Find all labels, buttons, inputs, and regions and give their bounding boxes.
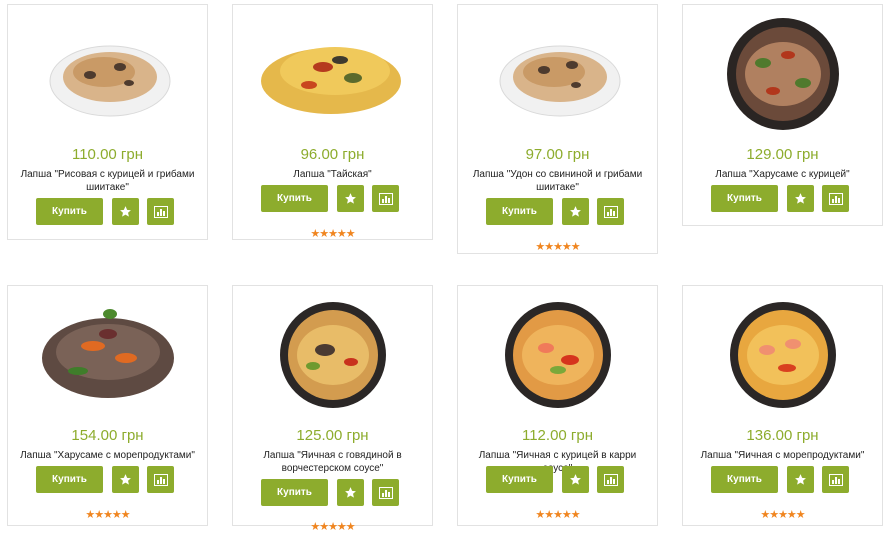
favorite-button[interactable] [787, 185, 814, 212]
buy-button[interactable]: Купить [36, 466, 103, 493]
product-image[interactable] [233, 286, 432, 425]
product-name[interactable]: Лапша "Харусаме с курицей" [689, 168, 876, 181]
product-image[interactable] [8, 286, 207, 425]
compare-button[interactable] [372, 479, 399, 506]
compare-button[interactable] [372, 185, 399, 212]
bar-chart-icon [603, 473, 618, 486]
star-icon [795, 474, 806, 485]
product-name[interactable]: Лапша "Яичная с говядиной в ворчестерско… [239, 449, 426, 475]
compare-button[interactable] [822, 185, 849, 212]
product-card: 112.00 грн Лапша "Яичная с курицей в кар… [457, 285, 658, 526]
star-icon [570, 206, 581, 217]
buy-button[interactable]: Купить [261, 479, 328, 506]
buy-button[interactable]: Купить [36, 198, 103, 225]
bar-chart-icon [828, 473, 843, 486]
product-price: 112.00 грн [521, 427, 594, 444]
bar-chart-icon [378, 486, 393, 499]
favorite-button[interactable] [337, 185, 364, 212]
rating-stars: ★★★★★ [310, 521, 355, 533]
favorite-button[interactable] [562, 198, 589, 225]
compare-button[interactable] [597, 466, 624, 493]
rating-stars: ★★★★★ [310, 228, 355, 240]
product-card: 110.00 грн Лапша "Рисовая с курицей и гр… [7, 4, 208, 240]
rating-stars: ★★★★★ [535, 241, 580, 253]
favorite-button[interactable] [562, 466, 589, 493]
star-icon [120, 474, 131, 485]
product-name[interactable]: Лапша "Рисовая с курицей и грибами шиита… [14, 168, 201, 194]
product-price: 110.00 грн [71, 146, 144, 163]
star-icon [120, 206, 131, 217]
star-icon [795, 193, 806, 204]
compare-button[interactable] [597, 198, 624, 225]
buy-button[interactable]: Купить [711, 185, 778, 212]
product-card: 154.00 грн Лапша "Харусаме с морепродукт… [7, 285, 208, 526]
product-name[interactable]: Лапша "Харусаме с морепродуктами" [14, 449, 201, 462]
product-price: 97.00 грн [525, 146, 590, 163]
favorite-button[interactable] [787, 466, 814, 493]
bar-chart-icon [828, 192, 843, 205]
product-image[interactable] [683, 5, 882, 144]
product-name[interactable]: Лапша "Яичная с морепродуктами" [689, 449, 876, 462]
product-image[interactable] [683, 286, 882, 425]
product-name[interactable]: Лапша "Удон со свининой и грибами шиитак… [464, 168, 651, 194]
product-price: 129.00 грн [746, 146, 819, 163]
compare-button[interactable] [147, 466, 174, 493]
bar-chart-icon [378, 192, 393, 205]
bar-chart-icon [603, 205, 618, 218]
buy-button[interactable]: Купить [261, 185, 328, 212]
bar-chart-icon [153, 205, 168, 218]
compare-button[interactable] [147, 198, 174, 225]
product-image[interactable] [8, 5, 207, 144]
favorite-button[interactable] [112, 198, 139, 225]
product-image[interactable] [458, 5, 657, 144]
product-card: 136.00 грн Лапша "Яичная с морепродуктам… [682, 285, 883, 526]
star-icon [345, 193, 356, 204]
favorite-button[interactable] [112, 466, 139, 493]
rating-stars: ★★★★★ [535, 509, 580, 521]
product-name[interactable]: Лапша "Тайская" [239, 168, 426, 181]
buy-button[interactable]: Купить [711, 466, 778, 493]
star-icon [570, 474, 581, 485]
product-card: 97.00 грн Лапша "Удон со свининой и гриб… [457, 4, 658, 254]
star-icon [345, 487, 356, 498]
product-image[interactable] [458, 286, 657, 425]
rating-stars: ★★★★★ [85, 509, 130, 521]
rating-stars: ★★★★★ [760, 509, 805, 521]
product-card: 125.00 грн Лапша "Яичная с говядиной в в… [232, 285, 433, 533]
product-price: 125.00 грн [296, 427, 369, 444]
product-price: 136.00 грн [746, 427, 819, 444]
buy-button[interactable]: Купить [486, 198, 553, 225]
favorite-button[interactable] [337, 479, 364, 506]
product-price: 154.00 грн [71, 427, 144, 444]
product-card: 129.00 грн Лапша "Харусаме с курицей" Ку… [682, 4, 883, 226]
bar-chart-icon [153, 473, 168, 486]
compare-button[interactable] [822, 466, 849, 493]
product-image[interactable] [233, 5, 432, 144]
product-price: 96.00 грн [300, 146, 365, 163]
product-card: 96.00 грн Лапша "Тайская" Купить ★★★★★ [232, 4, 433, 240]
buy-button[interactable]: Купить [486, 466, 553, 493]
